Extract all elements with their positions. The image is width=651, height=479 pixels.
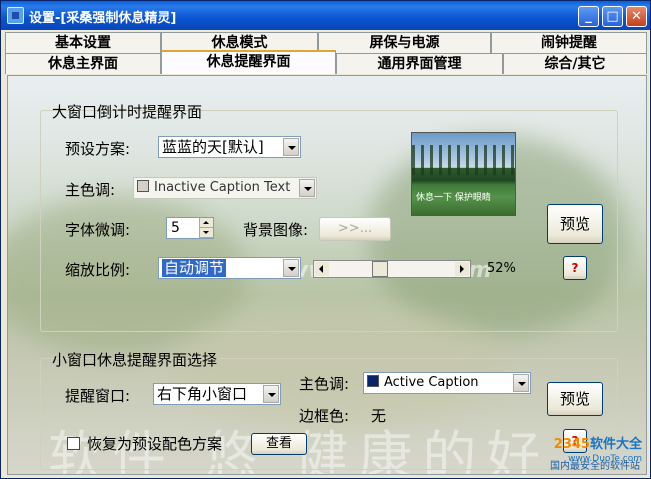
tree-line: [412, 145, 515, 175]
slider-left-icon[interactable]: [315, 262, 329, 276]
preset-value: 蓝蓝的天[默认]: [162, 138, 264, 156]
restore-default-label[interactable]: 恢复为预设配色方案: [87, 433, 222, 454]
client-area: 基本设置 休息模式 屏保与电源 闹钟提醒 休息主界面 休息提醒界面 通用界面管理…: [3, 30, 648, 478]
spin-down-icon[interactable]: [200, 228, 213, 238]
spin-up-icon[interactable]: [200, 218, 213, 228]
tab-rest-main-ui[interactable]: 休息主界面: [5, 53, 161, 74]
brand-slogan: 国内最安全的软件站: [550, 461, 640, 472]
preset-label: 预设方案:: [65, 140, 131, 158]
spin-buttons[interactable]: [199, 218, 213, 238]
main-color-label: 主色调:: [65, 181, 116, 199]
main-color-select[interactable]: Inactive Caption Text: [133, 177, 317, 199]
large-preview-button[interactable]: 预览: [547, 204, 603, 244]
remind-window-select[interactable]: 右下角小窗口: [153, 383, 281, 405]
tab-panel: 软件 悠 健康的好 www.DuoTe.com 大窗口倒计时提醒界面 预设方案:…: [7, 75, 647, 475]
remind-window-value: 右下角小窗口: [157, 385, 248, 403]
brand-number: 2345: [553, 437, 590, 452]
small-preview-button[interactable]: 预览: [547, 382, 603, 416]
app-icon: [7, 7, 24, 24]
tab-general-ui[interactable]: 通用界面管理: [336, 53, 503, 74]
chevron-down-icon[interactable]: [299, 179, 315, 197]
font-adjust-label: 字体微调:: [65, 221, 131, 239]
font-adjust-stepper[interactable]: 5: [166, 217, 214, 239]
chevron-down-icon[interactable]: [513, 374, 529, 392]
bg-image-browse-button[interactable]: >>...: [319, 217, 391, 241]
tab-alarm[interactable]: 闹钟提醒: [491, 32, 647, 53]
preview-image-text: 休息一下 保护眼睛: [416, 193, 491, 203]
preview-thumbnail: 休息一下 保护眼睛: [411, 132, 516, 216]
border-color-label: 边框色:: [299, 407, 350, 425]
slider-thumb[interactable]: [372, 261, 389, 277]
small-window-group-title: 小窗口休息提醒界面选择: [52, 351, 218, 369]
chevron-down-icon[interactable]: [263, 385, 279, 403]
settings-window: 设置-[采桑强制休息精灵] _ □ ✕ 基本设置 休息模式 屏保与电源 闹钟提醒…: [0, 0, 651, 479]
preset-select[interactable]: 蓝蓝的天[默认]: [158, 136, 301, 158]
large-window-group-title: 大窗口倒计时提醒界面: [52, 103, 203, 121]
title-bar[interactable]: 设置-[采桑强制休息精灵] _ □ ✕: [1, 1, 650, 30]
border-color-value: 无: [371, 407, 387, 425]
brand-name: 软件大全: [589, 437, 642, 452]
view-button[interactable]: 查看: [251, 433, 307, 455]
brand-logo: 2345软件大全: [554, 433, 642, 452]
font-adjust-value: 5: [171, 220, 180, 236]
small-main-color-select[interactable]: Active Caption: [363, 372, 531, 394]
large-window-group: 大窗口倒计时提醒界面 预设方案: 蓝蓝的天[默认] 主色调: Inactive …: [40, 103, 618, 332]
small-main-color-label: 主色调:: [299, 375, 350, 393]
scale-value: 自动调节: [162, 259, 227, 277]
remind-window-label: 提醒窗口:: [65, 387, 131, 405]
tab-basic-settings[interactable]: 基本设置: [5, 32, 161, 53]
scale-select[interactable]: 自动调节: [158, 257, 301, 279]
maximize-button[interactable]: □: [602, 6, 623, 27]
tab-rest-reminder-ui[interactable]: 休息提醒界面: [161, 50, 336, 74]
small-main-color-value: Active Caption: [384, 375, 479, 390]
tab-screensaver-power[interactable]: 屏保与电源: [318, 32, 491, 53]
color-swatch: [137, 180, 149, 192]
chevron-down-icon[interactable]: [283, 138, 299, 156]
small-window-group: 小窗口休息提醒界面选择 提醒窗口: 右下角小窗口 主色调: Active Cap…: [40, 351, 618, 470]
chevron-down-icon[interactable]: [283, 259, 299, 277]
scale-percent: 52%: [487, 261, 516, 276]
tab-misc[interactable]: 综合/其它: [503, 53, 647, 74]
minimize-button[interactable]: _: [578, 6, 599, 27]
slider-right-icon[interactable]: [455, 262, 469, 276]
color-swatch: [367, 375, 379, 387]
main-color-value: Inactive Caption Text: [154, 180, 291, 195]
restore-default-checkbox[interactable]: [67, 437, 80, 450]
large-help-button[interactable]: ?: [563, 256, 587, 280]
window-title: 设置-[采桑强制休息精灵]: [29, 11, 177, 26]
close-button[interactable]: ✕: [626, 6, 647, 27]
scale-label: 缩放比例:: [65, 261, 131, 279]
scale-slider[interactable]: [313, 260, 471, 278]
bg-image-label: 背景图像:: [243, 221, 309, 239]
